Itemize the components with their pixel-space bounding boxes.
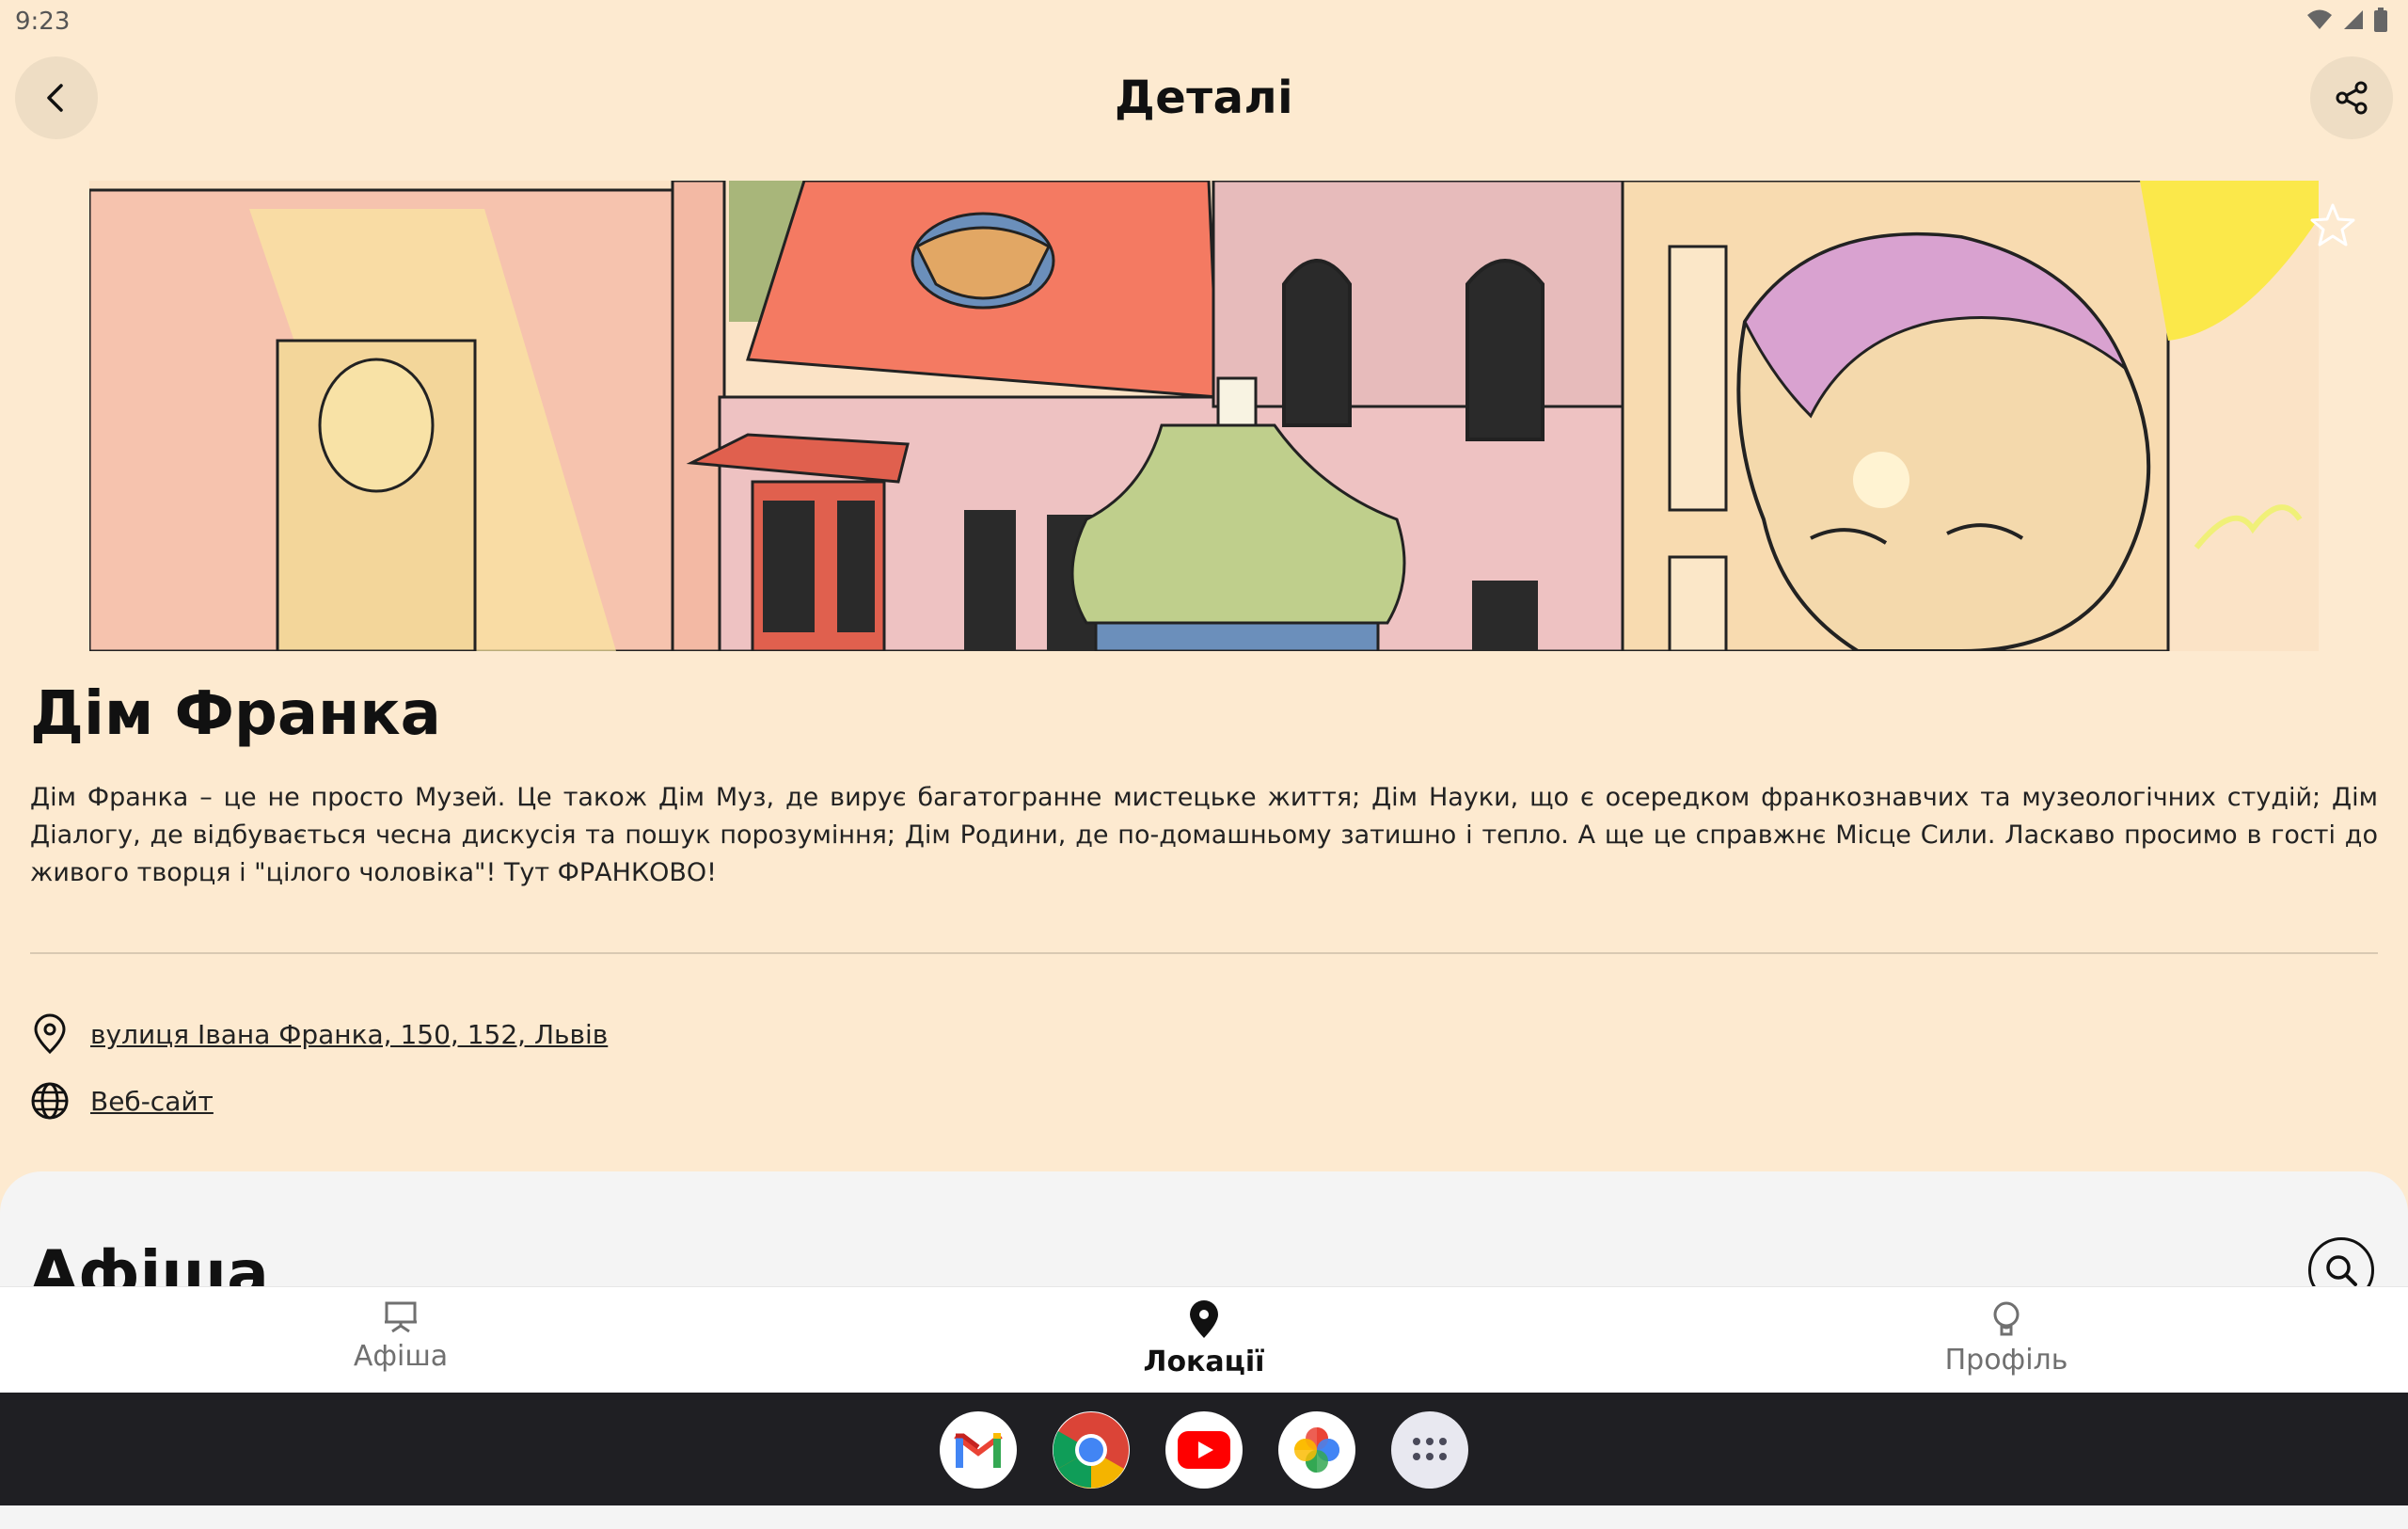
share-button[interactable] [2310,56,2393,139]
wifi-icon [2307,9,2332,29]
address-row[interactable]: вулиця Івана Франка, 150, 152, Львів [30,1013,608,1055]
photos-icon[interactable] [1278,1411,1355,1489]
easel-icon [385,1301,417,1333]
battery-icon [2374,8,2387,32]
page-title: Деталі [1114,72,1294,124]
place-title: Дім Франка [30,679,441,749]
globe-icon [31,1082,69,1120]
gmail-icon[interactable] [940,1411,1017,1489]
nav-label-afisha: Афіша [353,1340,449,1373]
bottom-navigation: Афіша Локації Профіль [0,1286,2408,1394]
top-app-bar: Деталі [0,45,2408,149]
nav-label-locations: Локації [1143,1346,1265,1378]
location-pin-icon [34,1013,66,1055]
app-drawer-icon[interactable] [1391,1411,1468,1489]
place-description: Дім Франка – це не просто Музей. Це тако… [30,783,2378,887]
star-icon [2310,203,2355,247]
hero-illustration [89,181,2319,651]
website-row[interactable]: Веб-сайт [30,1081,214,1121]
system-taskbar [0,1393,2408,1505]
status-time: 9:23 [15,8,71,36]
divider [30,952,2378,954]
nav-label-profile: Профіль [1944,1344,2068,1377]
nav-item-locations[interactable]: Локації [1063,1300,1345,1378]
website-link[interactable]: Веб-сайт [90,1086,214,1117]
share-icon [2336,81,2368,115]
nav-item-profile[interactable]: Профіль [1865,1300,2147,1377]
search-icon [2326,1255,2357,1286]
youtube-icon[interactable] [1165,1411,1243,1489]
location-pin-icon [1190,1300,1218,1338]
address-link[interactable]: вулиця Івана Франка, 150, 152, Львів [90,1019,608,1050]
profile-icon [1993,1301,2020,1336]
signal-icon [2344,10,2363,29]
favorite-button[interactable] [2309,202,2356,249]
chrome-icon[interactable] [1053,1411,1130,1489]
nav-item-afisha[interactable]: Афіша [260,1300,542,1373]
status-bar: 9:23 [0,0,2408,45]
